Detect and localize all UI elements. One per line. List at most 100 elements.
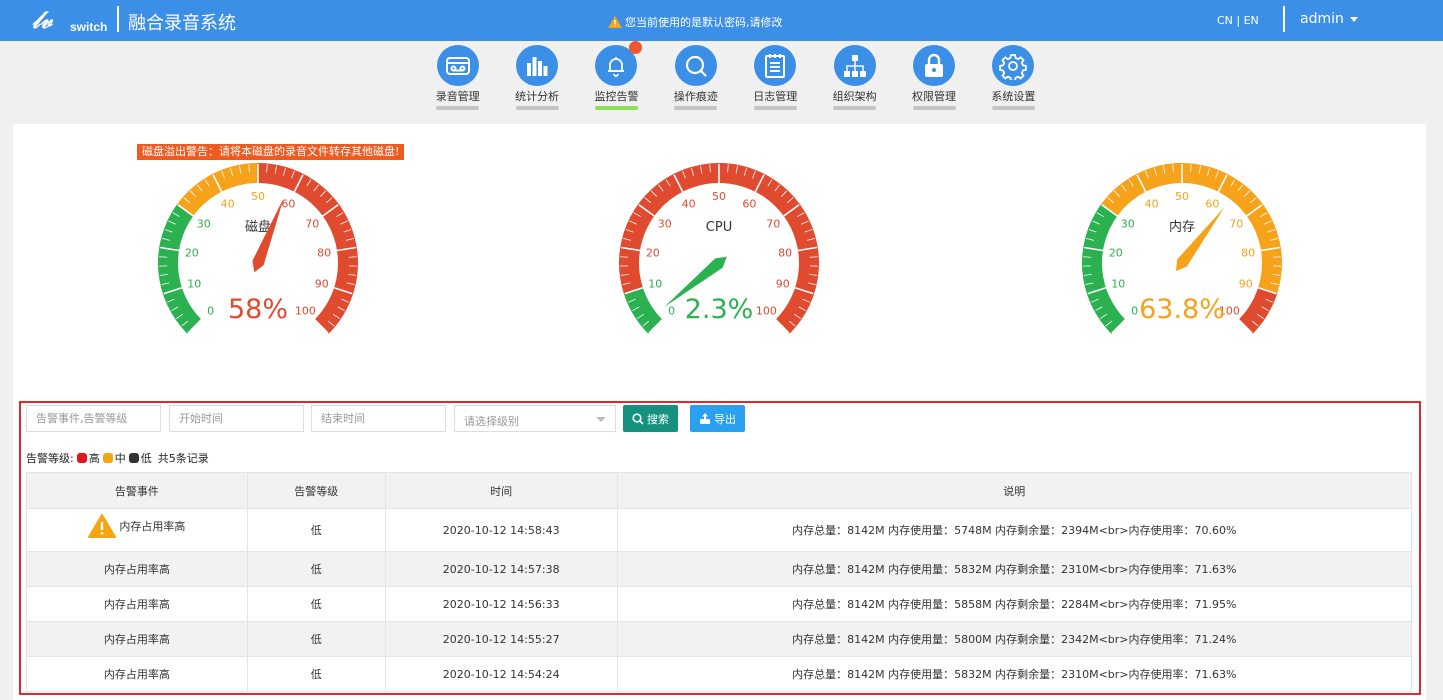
- gauge-tick-label: 0: [207, 304, 214, 317]
- level-cell: 低: [246, 551, 386, 587]
- gauge-tick-label: 70: [766, 218, 780, 231]
- event-cell: 内存占用率高: [26, 621, 248, 657]
- gauge-minor-tick: [159, 256, 168, 258]
- event-text: 内存占用率高: [119, 519, 186, 533]
- gauge-tick-label: 50: [712, 190, 726, 203]
- record-count: 共5条记录: [157, 452, 209, 465]
- nav-indicator: [515, 106, 559, 110]
- nav-item-organization[interactable]: 组织架构: [815, 45, 894, 110]
- description-cell: 内存总量：8142M 内存使用量：5832M 内存剩余量：2310M<br>内存…: [616, 656, 1413, 692]
- user-menu[interactable]: admin: [1300, 11, 1358, 27]
- gauge-dial: 0 10 20 30 40 50 60 70 80 90 100 CPU 2.3%: [619, 163, 819, 334]
- svg-text:𝓁𝓋: 𝓁𝓋: [32, 6, 54, 34]
- gauge-band-segment: [1238, 287, 1278, 334]
- gauge-tick-label: 90: [776, 278, 790, 291]
- gauge-value: 63.8%: [1139, 294, 1225, 325]
- nav-indicator: [674, 106, 718, 110]
- nav-item-monitoring[interactable]: 监控告警: [577, 41, 656, 110]
- gauge-tick-label: 0: [1131, 304, 1138, 317]
- time-cell: 2020-10-12 14:58:43: [384, 508, 618, 552]
- column-header-event[interactable]: 告警事件: [26, 472, 248, 509]
- column-header-time[interactable]: 时间: [384, 472, 618, 509]
- table-row[interactable]: 内存占用率高 低 2020-10-12 14:57:38 内存总量：8142M …: [26, 551, 1413, 587]
- warning-text: 您当前使用的是默认密码,请修改: [625, 16, 783, 29]
- nav-label: 日志管理: [753, 90, 798, 104]
- start-time-input[interactable]: [169, 405, 304, 432]
- gauge-tick-label: 90: [1239, 278, 1253, 291]
- table-row[interactable]: 内存占用率高 低 2020-10-12 14:55:27 内存总量：8142M …: [26, 621, 1413, 657]
- gauge-tick-label: 10: [1111, 278, 1125, 291]
- nav-item-operation-trace[interactable]: 操作痕迹: [656, 45, 735, 110]
- gauge-pointer: [1175, 207, 1225, 271]
- mid-level-swatch: [102, 453, 113, 463]
- nav-item-recording[interactable]: 录音管理: [418, 45, 497, 110]
- logo-text: switch: [70, 20, 107, 34]
- gauge-tick-label: 10: [187, 278, 201, 291]
- memory-gauge: 0 10 20 30 40 50 60 70 80 90 100 内存 63.8%: [1075, 158, 1289, 348]
- logo-icon[interactable]: 𝓁𝓋 switch: [30, 6, 112, 34]
- description-cell: 内存总量：8142M 内存使用量：5748M 内存剩余量：2394M<br>内存…: [616, 508, 1413, 552]
- warning-icon: [88, 513, 117, 538]
- nav-item-statistics[interactable]: 统计分析: [497, 45, 576, 110]
- gauge-name: 内存: [1169, 219, 1195, 235]
- dropdown-arrow-icon: [596, 417, 606, 422]
- event-cell: 内存占用率高: [26, 586, 248, 622]
- time-cell: 2020-10-12 14:56:33: [384, 586, 618, 622]
- nav-indicator: [594, 106, 638, 110]
- gauge-tick-label: 30: [1121, 218, 1135, 231]
- time-cell: 2020-10-12 14:54:24: [384, 656, 618, 692]
- gauge-tick-label: 40: [221, 197, 235, 210]
- legend-mid: 中: [114, 452, 126, 465]
- nav-item-log[interactable]: 日志管理: [736, 45, 815, 110]
- nav-label: 统计分析: [515, 90, 560, 104]
- gauge-tick-label: 0: [668, 304, 675, 317]
- alarm-level-legend: 告警等级: 高 中 低 共5条记录: [26, 450, 209, 466]
- column-header-level[interactable]: 告警等级: [246, 472, 386, 509]
- level-select[interactable]: 请选择级别: [454, 405, 616, 432]
- gauge-tick-label: 10: [648, 278, 662, 291]
- gauge-tick-label: 60: [281, 197, 295, 210]
- gauge-tick-label: 40: [1145, 197, 1159, 210]
- high-level-swatch: [76, 453, 87, 463]
- gauge-minor-tick: [1272, 256, 1281, 258]
- nav-item-permission[interactable]: 权限管理: [894, 45, 973, 110]
- level-cell: 低: [246, 508, 386, 552]
- gauge-minor-tick: [809, 256, 818, 258]
- table-row[interactable]: 内存占用率高 低 2020-10-12 14:54:24 内存总量：8142M …: [26, 656, 1413, 692]
- table-row[interactable]: 内存占用率高 低 2020-10-12 14:56:33 内存总量：8142M …: [26, 586, 1413, 622]
- user-separator: [1283, 6, 1285, 32]
- export-label: 导出: [714, 412, 736, 426]
- gauge-tick-label: 40: [682, 197, 696, 210]
- bar-chart-icon: [516, 45, 559, 87]
- level-cell: 低: [246, 621, 386, 657]
- gauge-tick-label: 70: [305, 218, 319, 231]
- app-title: 融合录音系统: [128, 13, 236, 34]
- notepad-icon: [754, 45, 797, 87]
- export-button[interactable]: 导出: [690, 405, 745, 432]
- event-cell: 内存占用率高: [26, 508, 248, 552]
- gauge-tick-label: 20: [1109, 247, 1123, 260]
- gauge-tick-label: 60: [742, 197, 756, 210]
- language-switch[interactable]: CN | EN: [1217, 14, 1259, 27]
- gauge-tick-label: 80: [1241, 247, 1255, 260]
- search-button[interactable]: 搜索: [623, 405, 678, 432]
- end-time-input[interactable]: [311, 405, 446, 432]
- table-row[interactable]: 内存占用率高 低 2020-10-12 14:58:43 内存总量：8142M …: [26, 508, 1413, 552]
- export-icon: [700, 412, 710, 424]
- gauge-tick-label: 90: [315, 278, 329, 291]
- nav-indicator: [912, 106, 956, 110]
- description-cell: 内存总量：8142M 内存使用量：5800M 内存剩余量：2342M<br>内存…: [616, 621, 1413, 657]
- gauge-band-segment: [177, 163, 258, 216]
- column-header-description[interactable]: 说明: [616, 472, 1413, 509]
- gauge-dial: 0102030405060708090100内存63.8%: [1082, 163, 1282, 334]
- cpu-gauge: 0 10 20 30 40 50 60 70 80 90 100 CPU 2.3%: [612, 158, 826, 348]
- event-search-input[interactable]: [26, 405, 161, 432]
- gauge-tick-label: 50: [1175, 190, 1189, 203]
- nav-indicator: [991, 106, 1035, 110]
- legend-low: 低: [140, 452, 152, 465]
- nav-item-settings[interactable]: 系统设置: [974, 45, 1053, 110]
- description-cell: 内存总量：8142M 内存使用量：5832M 内存剩余量：2310M<br>内存…: [616, 551, 1413, 587]
- gauge-tick-label: 80: [317, 247, 331, 260]
- default-password-warning[interactable]: 您当前使用的是默认密码,请修改: [608, 14, 783, 30]
- gauge-tick-label: 70: [1229, 218, 1243, 231]
